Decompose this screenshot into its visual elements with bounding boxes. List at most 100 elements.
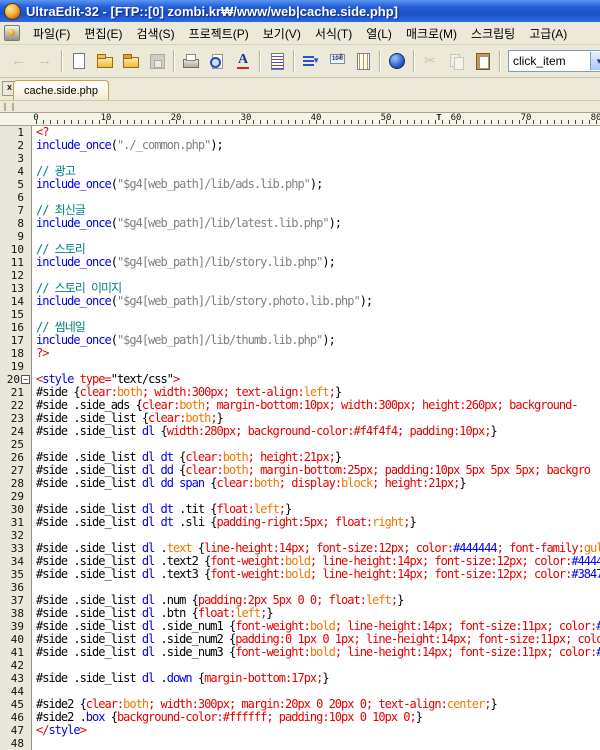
- new-file-button[interactable]: [66, 48, 92, 74]
- cut-button: [418, 48, 444, 74]
- paste-icon: [474, 52, 492, 70]
- code-line: 48: [0, 737, 600, 750]
- combobox-dropdown-button[interactable]: ▾: [590, 52, 600, 70]
- fold-collapse-icon[interactable]: −: [21, 375, 30, 384]
- line-number: 27: [11, 464, 31, 477]
- gutter: 16: [0, 321, 32, 334]
- gutter: 29: [0, 490, 32, 503]
- column-doc-button[interactable]: [350, 48, 376, 74]
- font-button[interactable]: [230, 48, 256, 74]
- save-button: [144, 48, 170, 74]
- line-number: 25: [11, 438, 31, 451]
- gutter: 2: [0, 139, 32, 152]
- code-text: include_once("$g4[web_path]/lib/latest.l…: [32, 217, 341, 230]
- toolbar-separator: [173, 50, 175, 72]
- gutter: 9: [0, 230, 32, 243]
- splitter-grip[interactable]: [4, 103, 14, 111]
- title-bar[interactable]: UltraEdit-32 - [FTP::[0] zombi.kr₩/www/w…: [0, 0, 600, 22]
- code-lines: 1<?2include_once("./_common.php");34// 광…: [0, 126, 600, 750]
- code-line: 24#side .side_list dl {width:280px; back…: [0, 425, 600, 438]
- open-folder-button[interactable]: [92, 48, 118, 74]
- line-number: 48: [11, 737, 31, 750]
- line-number: 3: [17, 152, 31, 165]
- ruler-label-50: 50: [381, 113, 392, 123]
- window-title: UltraEdit-32 - [FTP::[0] zombi.kr₩/www/w…: [26, 4, 398, 19]
- gutter: 22: [0, 399, 32, 412]
- code-line: 5include_once("$g4[web_path]/lib/ads.lib…: [0, 178, 600, 191]
- line-number: 30: [11, 503, 31, 516]
- menu-item-9[interactable]: 고급(A): [522, 22, 574, 45]
- column-ruler: T 01020304050607080: [0, 112, 600, 126]
- code-editor[interactable]: 1<?2include_once("./_common.php");34// 광…: [0, 126, 600, 750]
- menu-item-4[interactable]: 보기(V): [256, 22, 308, 45]
- line-number: 12: [11, 269, 31, 282]
- gutter: 11: [0, 256, 32, 269]
- code-line: 9: [0, 230, 600, 243]
- doc-lines-button[interactable]: [264, 48, 290, 74]
- code-line: 28#side .side_list dl dd span {clear:bot…: [0, 477, 600, 490]
- gutter: 24: [0, 425, 32, 438]
- line-number: 18: [11, 347, 31, 360]
- menu-item-3[interactable]: 프로젝트(P): [182, 22, 256, 45]
- hex-edit-button[interactable]: [324, 48, 350, 74]
- paste-button[interactable]: [470, 48, 496, 74]
- gutter: 10: [0, 243, 32, 256]
- line-number: 38: [11, 607, 31, 620]
- gutter: 40: [0, 633, 32, 646]
- application-window: UltraEdit-32 - [FTP::[0] zombi.kr₩/www/w…: [0, 0, 600, 750]
- line-number: 10: [11, 243, 31, 256]
- line-number: 42: [11, 659, 31, 672]
- menu-item-5[interactable]: 서식(T): [308, 22, 359, 45]
- ruler-label-60: 60: [451, 113, 462, 123]
- line-number: 8: [17, 217, 31, 230]
- gutter: 8: [0, 217, 32, 230]
- line-number: 29: [11, 490, 31, 503]
- code-line: 3: [0, 152, 600, 165]
- menu-item-6[interactable]: 열(L): [359, 22, 399, 45]
- print-preview-button[interactable]: [204, 48, 230, 74]
- menu-item-8[interactable]: 스크립팅: [464, 22, 522, 45]
- sort-lines-button[interactable]: [298, 48, 324, 74]
- ruler-label-30: 30: [241, 113, 252, 123]
- menu-item-0[interactable]: 파일(F): [26, 22, 77, 45]
- line-number: 39: [11, 620, 31, 633]
- line-number: 7: [17, 204, 31, 217]
- code-text: [32, 737, 36, 750]
- forward-button: [32, 48, 58, 74]
- code-text: #side .side_list dl .text3 {font-weight:…: [32, 568, 600, 581]
- print-button[interactable]: [178, 48, 204, 74]
- tab-cache-side-php[interactable]: cache.side.php: [13, 80, 109, 100]
- code-text: #side2 .box {background-color:#ffffff; p…: [32, 711, 422, 724]
- menu-bar: 파일(F)편집(E)검색(S)프로젝트(P)보기(V)서식(T)열(L)매크로(…: [0, 22, 600, 45]
- line-number: 13: [11, 282, 31, 295]
- line-number: 4: [17, 165, 31, 178]
- line-number: 20: [7, 373, 21, 386]
- cut-icon: [422, 52, 440, 70]
- document-window-icon[interactable]: [4, 25, 20, 41]
- menu-item-2[interactable]: 검색(S): [129, 22, 181, 45]
- line-number: 17: [11, 334, 31, 347]
- gutter: 7: [0, 204, 32, 217]
- gutter: 44: [0, 685, 32, 698]
- combobox-value[interactable]: click_item: [509, 54, 590, 68]
- line-number: 36: [11, 581, 31, 594]
- web-globe-button[interactable]: [384, 48, 410, 74]
- code-text: ?>: [32, 347, 48, 360]
- line-number: 6: [17, 191, 31, 204]
- menu-item-1[interactable]: 편집(E): [77, 22, 129, 45]
- menu-item-7[interactable]: 매크로(M): [399, 22, 464, 45]
- ruler-label-10: 10: [101, 113, 112, 123]
- code-text: #side .side_list dl dt .sli {padding-rig…: [32, 516, 416, 529]
- column-doc-icon: [354, 52, 372, 70]
- open-ftp-button[interactable]: [118, 48, 144, 74]
- line-number: 44: [11, 685, 31, 698]
- sort-lines-icon: [302, 52, 320, 70]
- gutter: 47: [0, 724, 32, 737]
- gutter: 35: [0, 568, 32, 581]
- gutter: 1: [0, 126, 32, 139]
- quick-find-combobox[interactable]: click_item▾: [508, 50, 600, 72]
- line-number: 34: [11, 555, 31, 568]
- code-line: 46#side2 .box {background-color:#ffffff;…: [0, 711, 600, 724]
- line-number: 47: [11, 724, 31, 737]
- toolbar-separator: [413, 50, 415, 72]
